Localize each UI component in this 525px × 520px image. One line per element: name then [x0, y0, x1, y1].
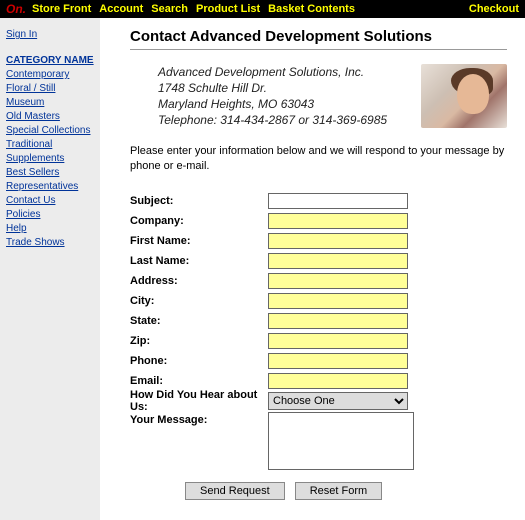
zip-input[interactable]	[268, 333, 408, 349]
reset-form-button[interactable]: Reset Form	[295, 482, 382, 500]
sidebar-item-policies[interactable]: Policies	[6, 208, 94, 222]
page-title: Contact Advanced Development Solutions	[130, 28, 507, 45]
first-name-label: First Name:	[130, 235, 268, 247]
sidebar-item-contemporary[interactable]: Contemporary	[6, 68, 94, 82]
sidebar-item-traditional[interactable]: Traditional	[6, 138, 94, 152]
city-label: City:	[130, 295, 268, 307]
company-tel: Telephone: 314-434-2867 or 314-369-6985	[158, 112, 421, 128]
button-row: Send Request Reset Form	[185, 482, 507, 500]
nav-checkout[interactable]: Checkout	[469, 3, 519, 15]
sidebar-item-trade-shows[interactable]: Trade Shows	[6, 236, 94, 250]
first-name-input[interactable]	[268, 233, 408, 249]
email-label: Email:	[130, 375, 268, 387]
sidebar-item-help[interactable]: Help	[6, 222, 94, 236]
company-addr2: Maryland Heights, MO 63043	[158, 96, 421, 112]
phone-label: Phone:	[130, 355, 268, 367]
sidebar-item-old-masters[interactable]: Old Masters	[6, 110, 94, 124]
sidebar-item-best-sellers[interactable]: Best Sellers	[6, 166, 94, 180]
main-content: Contact Advanced Development Solutions A…	[100, 18, 525, 520]
category-title[interactable]: CATEGORY NAME	[6, 54, 94, 68]
signin-link[interactable]: Sign In	[6, 28, 94, 42]
nav-account[interactable]: Account	[99, 3, 143, 15]
company-name: Advanced Development Solutions, Inc.	[158, 64, 421, 80]
state-input[interactable]	[268, 313, 408, 329]
logo: On.	[6, 2, 26, 16]
divider	[130, 49, 507, 50]
nav-store-front[interactable]: Store Front	[32, 3, 91, 15]
message-textarea[interactable]	[268, 412, 414, 470]
sidebar-item-floral-still[interactable]: Floral / Still	[6, 82, 94, 96]
company-input[interactable]	[268, 213, 408, 229]
sidebar-item-museum[interactable]: Museum	[6, 96, 94, 110]
hear-label: How Did You Hear about Us:	[130, 389, 268, 413]
sidebar-item-contact-us[interactable]: Contact Us	[6, 194, 94, 208]
address-label: Address:	[130, 275, 268, 287]
nav-product-list[interactable]: Product List	[196, 3, 260, 15]
company-addr1: 1748 Schulte Hill Dr.	[158, 80, 421, 96]
company-text: Advanced Development Solutions, Inc. 174…	[130, 64, 421, 128]
sidebar: Sign In CATEGORY NAME Contemporary Flora…	[0, 18, 100, 520]
company-label: Company:	[130, 215, 268, 227]
sidebar-item-special-collections[interactable]: Special Collections	[6, 124, 94, 138]
subject-input[interactable]	[268, 193, 408, 209]
sidebar-item-representatives[interactable]: Representatives	[6, 180, 94, 194]
nav-basket-contents[interactable]: Basket Contents	[268, 3, 355, 15]
last-name-label: Last Name:	[130, 255, 268, 267]
state-label: State:	[130, 315, 268, 327]
intro-text: Please enter your information below and …	[130, 144, 507, 174]
last-name-input[interactable]	[268, 253, 408, 269]
city-input[interactable]	[268, 293, 408, 309]
hear-select[interactable]: Choose One	[268, 392, 408, 410]
company-block: Advanced Development Solutions, Inc. 174…	[130, 64, 507, 128]
email-input[interactable]	[268, 373, 408, 389]
zip-label: Zip:	[130, 335, 268, 347]
sidebar-item-supplements[interactable]: Supplements	[6, 152, 94, 166]
nav-search[interactable]: Search	[151, 3, 188, 15]
message-label: Your Message:	[130, 412, 268, 426]
topbar-nav: Store Front Account Search Product List …	[32, 3, 355, 15]
topbar: On. Store Front Account Search Product L…	[0, 0, 525, 18]
send-request-button[interactable]: Send Request	[185, 482, 285, 500]
subject-label: Subject:	[130, 195, 268, 207]
address-input[interactable]	[268, 273, 408, 289]
agent-photo	[421, 64, 507, 128]
phone-input[interactable]	[268, 353, 408, 369]
